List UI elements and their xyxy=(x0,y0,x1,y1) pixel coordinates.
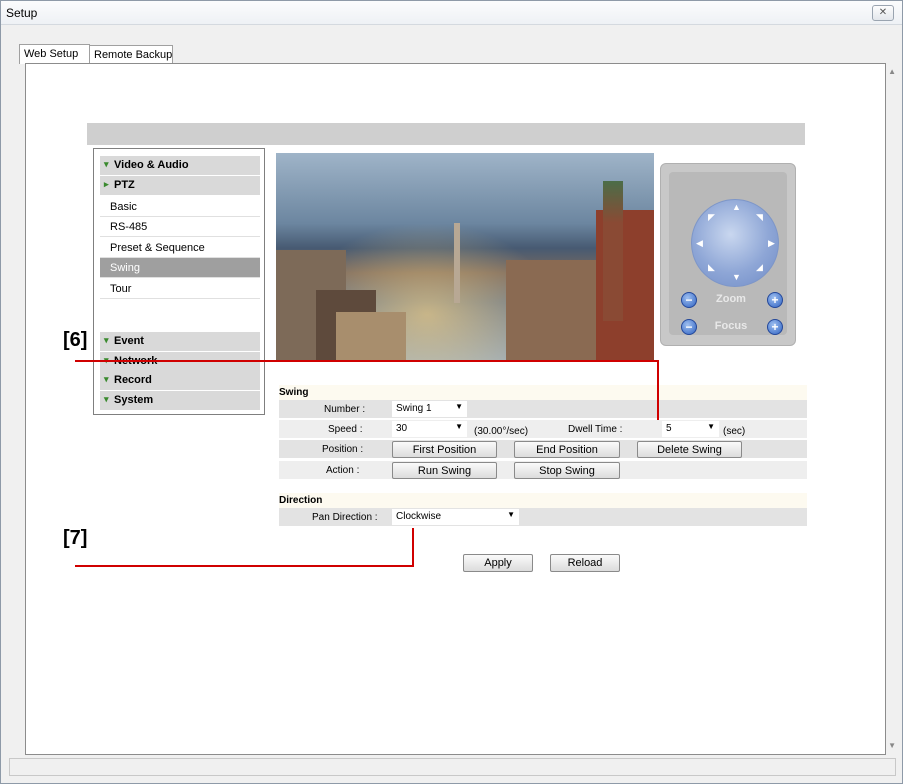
sidebar-item-swing[interactable]: Swing xyxy=(100,258,260,278)
camera-preview-image xyxy=(276,153,654,360)
scroll-up-icon[interactable]: ▲ xyxy=(888,67,896,76)
annotation-line-6-horizontal xyxy=(75,360,658,362)
zoom-out-icon[interactable]: − xyxy=(681,292,697,308)
dwell-time-select[interactable]: 5 ▼ xyxy=(662,421,719,437)
building-shape xyxy=(336,312,406,360)
annotation-line-7-horizontal xyxy=(75,565,414,567)
select-value: Swing 1 xyxy=(396,403,432,414)
swing-action-row: Action : Run Swing Stop Swing xyxy=(279,461,807,480)
zoom-in-icon[interactable]: + xyxy=(767,292,783,308)
pan-direction-select[interactable]: Clockwise ▼ xyxy=(392,509,519,525)
number-label: Number : xyxy=(324,404,366,415)
chevron-down-icon: ▾ xyxy=(104,374,109,384)
castle-tower-shape xyxy=(603,181,623,321)
swing-speed-row: Speed : 30 ▼ (30.00°/sec) Dwell Time : 5… xyxy=(279,420,807,439)
speed-label: Speed : xyxy=(328,424,363,435)
tab-remote-backup[interactable]: Remote Backup xyxy=(89,45,173,64)
speed-unit: (30.00°/sec) xyxy=(474,426,529,437)
zoom-control: − Zoom + xyxy=(675,292,783,312)
swing-number-select[interactable]: Swing 1 ▼ xyxy=(392,401,467,417)
sidebar-item-preset-sequence[interactable]: Preset & Sequence xyxy=(100,238,260,258)
focus-near-icon[interactable]: − xyxy=(681,319,697,335)
sidebar-item-rs485[interactable]: RS-485 xyxy=(100,217,260,237)
sidebar-section-video-audio[interactable]: ▾ Video & Audio xyxy=(100,156,260,175)
annotation-label-7: [7] xyxy=(63,527,88,549)
select-value: 5 xyxy=(666,423,672,434)
tab-web-setup[interactable]: Web Setup xyxy=(19,44,90,64)
dropdown-arrow-icon: ▼ xyxy=(507,510,515,519)
column-monument-shape xyxy=(454,223,460,303)
status-bar xyxy=(9,758,896,776)
delete-swing-button[interactable]: Delete Swing xyxy=(637,441,742,458)
ptz-control-panel: ▲ ▼ ◀ ▶ ◤ ◥ ◣ ◢ − Zoom + − Focus + xyxy=(660,163,796,346)
end-position-button[interactable]: End Position xyxy=(514,441,620,458)
swing-speed-select[interactable]: 30 ▼ xyxy=(392,421,467,437)
sidebar-section-label: PTZ xyxy=(114,179,135,191)
pan-direction-row: Pan Direction : Clockwise ▼ xyxy=(279,508,807,527)
direction-section-title: Direction xyxy=(279,493,807,508)
apply-button[interactable]: Apply xyxy=(463,554,533,572)
dropdown-arrow-icon: ▼ xyxy=(455,422,463,431)
annotation-label-6: [6] xyxy=(63,329,88,351)
action-label: Action : xyxy=(326,465,360,476)
window-title: Setup xyxy=(6,6,38,20)
pan-direction-label: Pan Direction : xyxy=(312,512,378,523)
title-bar: Setup ✕ xyxy=(1,1,902,25)
dropdown-arrow-icon: ▼ xyxy=(455,402,463,411)
swing-position-row: Position : First Position End Position D… xyxy=(279,440,807,459)
zoom-label: Zoom xyxy=(716,293,746,305)
annotation-line-7-vertical xyxy=(412,528,414,567)
select-value: Clockwise xyxy=(396,511,442,522)
chevron-down-icon: ▾ xyxy=(104,335,109,345)
dwell-unit: (sec) xyxy=(723,426,746,437)
header-bar xyxy=(87,123,805,145)
sidebar-section-system[interactable]: ▾ System xyxy=(100,391,260,410)
stop-swing-button[interactable]: Stop Swing xyxy=(514,462,620,479)
run-swing-button[interactable]: Run Swing xyxy=(392,462,497,479)
focus-control: − Focus + xyxy=(675,319,783,339)
sidebar-section-label: System xyxy=(114,394,154,406)
chevron-right-icon: ▸ xyxy=(104,179,109,189)
sidebar-section-label: Record xyxy=(114,374,152,386)
swing-number-row: Number : Swing 1 ▼ xyxy=(279,400,807,419)
sidebar-item-basic[interactable]: Basic xyxy=(100,197,260,217)
swing-section-title: Swing xyxy=(279,385,807,400)
close-icon[interactable]: ✕ xyxy=(872,5,894,21)
scroll-down-icon[interactable]: ▼ xyxy=(888,741,896,750)
reload-button[interactable]: Reload xyxy=(550,554,620,572)
select-value: 30 xyxy=(396,423,408,434)
sidebar-item-tour[interactable]: Tour xyxy=(100,279,260,299)
position-label: Position : xyxy=(322,444,364,455)
sidebar: ▾ Video & Audio ▸ PTZ Basic RS-485 Prese… xyxy=(93,148,265,415)
dropdown-arrow-icon: ▼ xyxy=(707,422,715,431)
annotation-line-6-vertical xyxy=(657,360,659,420)
chevron-down-icon: ▾ xyxy=(104,159,109,169)
sidebar-section-ptz[interactable]: ▸ PTZ xyxy=(100,176,260,195)
dwell-time-label: Dwell Time : xyxy=(568,424,623,435)
sidebar-section-label: Event xyxy=(114,335,144,347)
sidebar-section-event[interactable]: ▾ Event xyxy=(100,332,260,351)
focus-far-icon[interactable]: + xyxy=(767,319,783,335)
sidebar-section-label: Video & Audio xyxy=(114,159,189,171)
building-shape xyxy=(506,260,596,360)
direction-pad[interactable]: ▲ ▼ ◀ ▶ ◤ ◥ ◣ ◢ xyxy=(691,199,779,287)
chevron-down-icon: ▾ xyxy=(104,394,109,404)
first-position-button[interactable]: First Position xyxy=(392,441,497,458)
focus-label: Focus xyxy=(714,320,748,332)
sidebar-section-record[interactable]: ▾ Record xyxy=(100,371,260,390)
